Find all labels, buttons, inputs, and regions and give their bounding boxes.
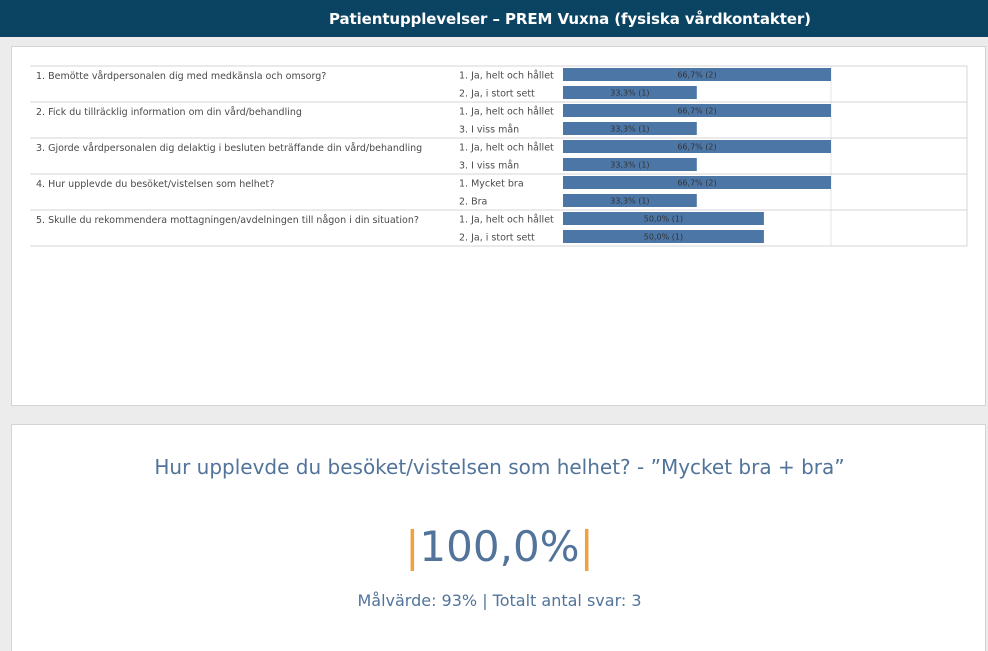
bar-value-label: 33,3% (1)	[610, 161, 649, 170]
bar-value-label: 33,3% (1)	[610, 197, 649, 206]
answer-label: 1. Ja, helt och hållet	[459, 143, 554, 154]
survey-bar-chart[interactable]: 1. Bemötte vårdpersonalen dig med medkän…	[12, 47, 985, 405]
answer-label: 1. Mycket bra	[459, 179, 524, 190]
dashboard-banner: Patientupplevelser – PREM Vuxna (fysiska…	[0, 0, 988, 37]
answer-label: 1. Ja, helt och hållet	[459, 107, 554, 118]
bar-value-label: 50,0% (1)	[644, 215, 683, 224]
bar-value-label: 50,0% (1)	[644, 233, 683, 242]
answer-label: 2. Ja, i stort sett	[459, 89, 535, 100]
answer-label: 3. I viss mån	[459, 161, 519, 172]
kpi-question: Hur upplevde du besöket/vistelsen som he…	[154, 455, 845, 479]
kpi-value: 100,0%	[419, 522, 580, 571]
answer-label: 1. Ja, helt och hållet	[459, 71, 554, 82]
question-label: 5. Skulle du rekommendera mottagningen/a…	[36, 215, 419, 226]
question-label: 2. Fick du tillräcklig information om di…	[36, 107, 302, 118]
kpi-panel: Hur upplevde du besöket/vistelsen som he…	[11, 424, 986, 651]
kpi-footer: Målvärde: 93% | Totalt antal svar: 3	[357, 591, 642, 610]
question-label: 3. Gjorde vårdpersonalen dig delaktig i …	[36, 143, 422, 154]
answer-label: 3. I viss mån	[459, 125, 519, 136]
answer-label: 2. Bra	[459, 197, 487, 208]
bar-value-label: 66,7% (2)	[677, 179, 716, 188]
question-label: 1. Bemötte vårdpersonalen dig med medkän…	[36, 71, 326, 82]
bar-value-label: 66,7% (2)	[677, 143, 716, 152]
dashboard-title: Patientupplevelser – PREM Vuxna (fysiska…	[329, 9, 811, 28]
bar-value-label: 33,3% (1)	[610, 125, 649, 134]
survey-chart-panel: 1. Bemötte vårdpersonalen dig med medkän…	[11, 46, 986, 406]
kpi-value-row: |100,0%|	[12, 517, 987, 577]
bar-value-label: 66,7% (2)	[677, 107, 716, 116]
bar-value-label: 33,3% (1)	[610, 89, 649, 98]
bar-value-label: 66,7% (2)	[677, 71, 716, 80]
question-label: 4. Hur upplevde du besöket/vistelsen som…	[36, 179, 274, 190]
answer-label: 1. Ja, helt och hållet	[459, 215, 554, 226]
kpi-right-marker: |	[579, 522, 594, 571]
answer-label: 2. Ja, i stort sett	[459, 233, 535, 244]
kpi-left-marker: |	[405, 522, 420, 571]
